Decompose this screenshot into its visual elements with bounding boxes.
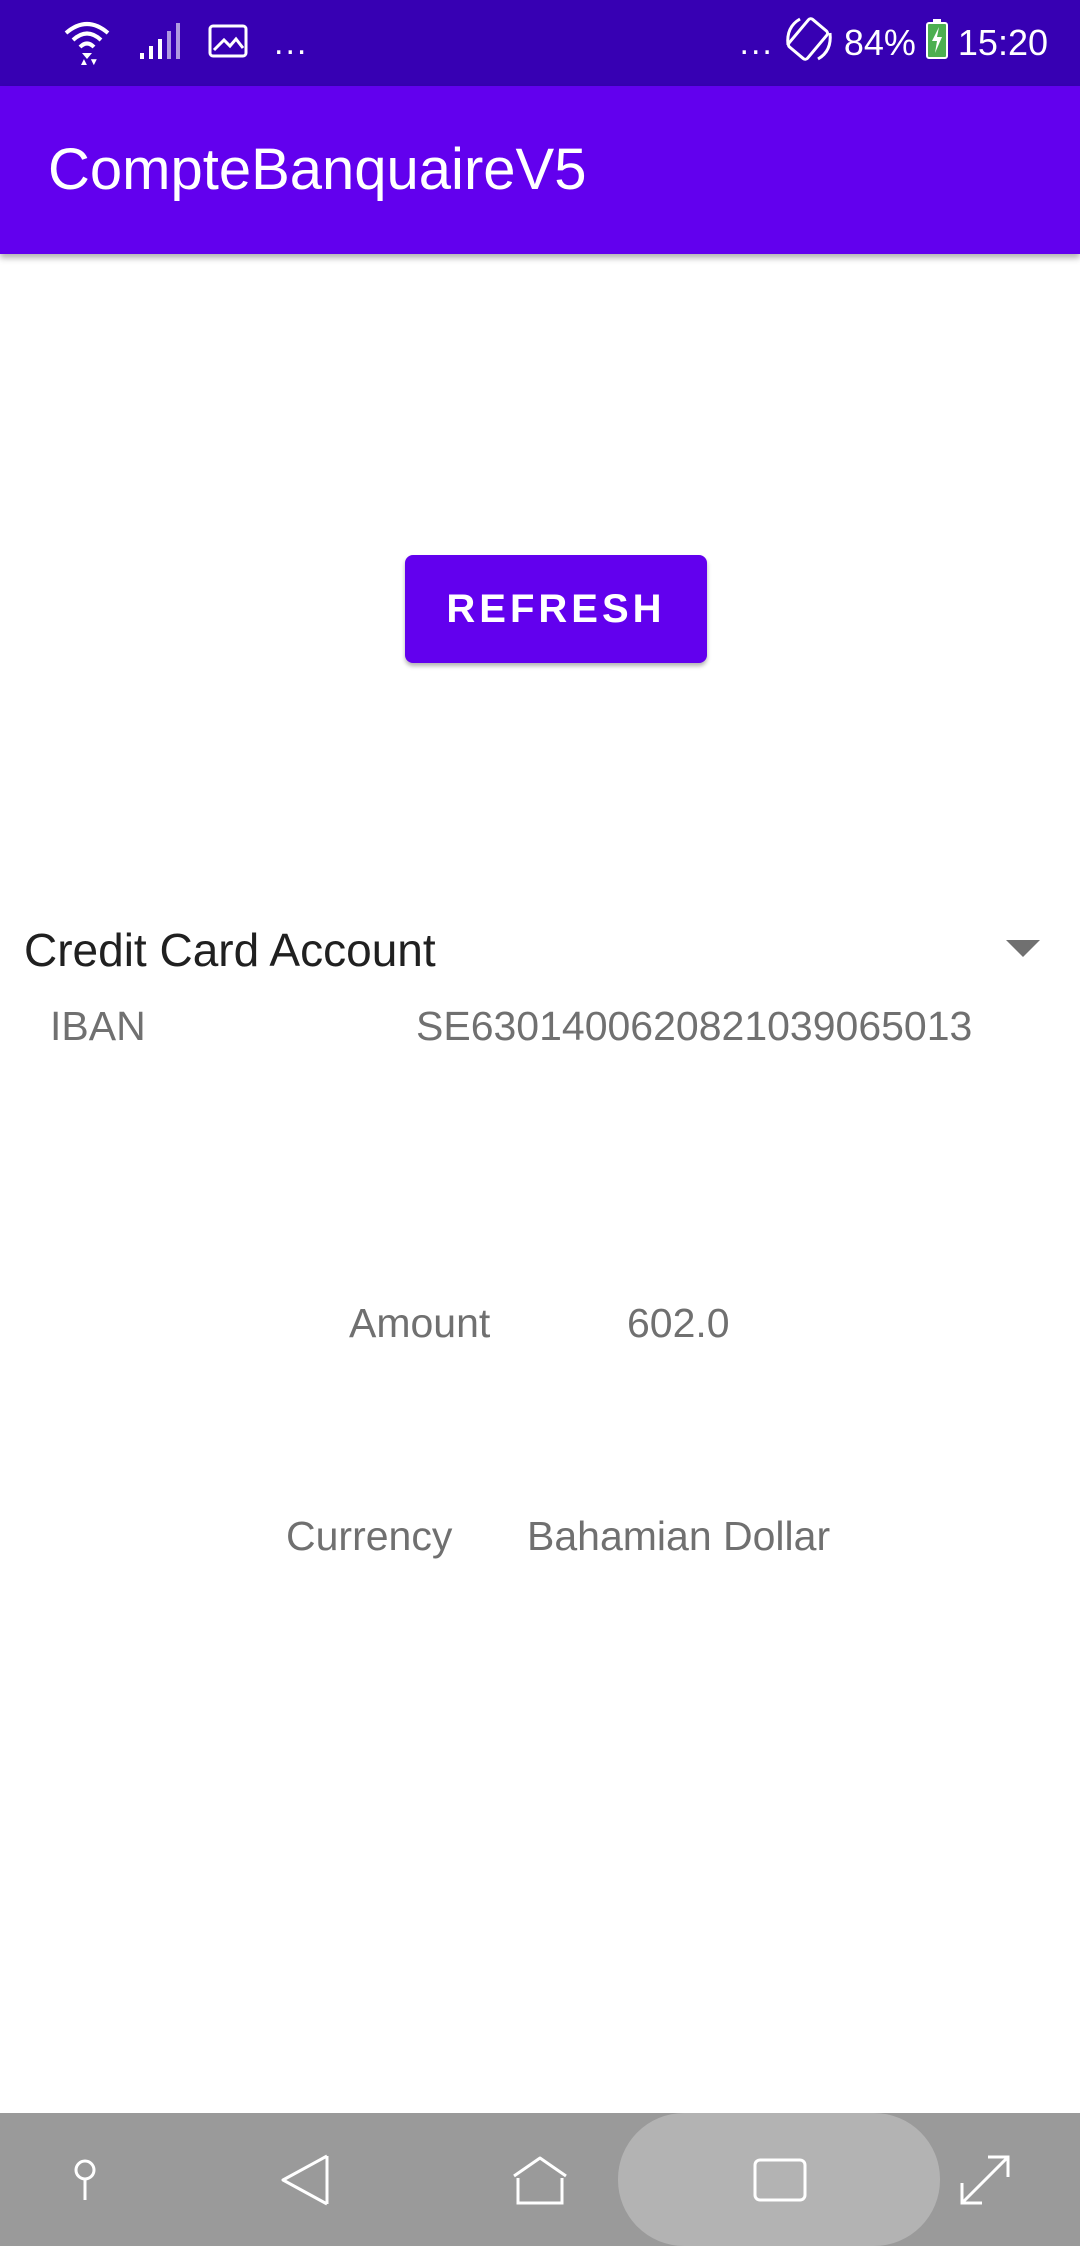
battery-icon xyxy=(925,18,948,68)
amount-label: Amount xyxy=(349,1300,491,1346)
status-bar: ▲▼ ... ... 84% 15:20 xyxy=(0,0,1080,86)
pin-icon[interactable] xyxy=(45,2113,125,2246)
image-icon xyxy=(208,24,248,63)
rotate-icon xyxy=(784,15,834,72)
signal-icon xyxy=(138,21,182,66)
notification-overflow: ... xyxy=(274,23,309,62)
iban-value: SE6301400620821039065013 xyxy=(416,1003,973,1049)
app-title: CompteBanquaireV5 xyxy=(48,137,587,202)
clock: 15:20 xyxy=(957,22,1048,63)
recents-icon[interactable] xyxy=(735,2113,825,2246)
wifi-icon: ▲▼ xyxy=(62,17,112,70)
battery-percent: 84% xyxy=(843,22,916,63)
home-icon[interactable] xyxy=(495,2113,585,2246)
back-icon[interactable] xyxy=(260,2113,350,2246)
expand-icon[interactable] xyxy=(940,2113,1030,2246)
amount-value: 602.0 xyxy=(627,1300,730,1346)
account-type-spinner[interactable]: Credit Card Account xyxy=(24,912,1040,988)
dropdown-arrow-icon xyxy=(1006,940,1040,957)
svg-text:▲▼: ▲▼ xyxy=(79,57,99,65)
currency-label: Currency xyxy=(286,1513,453,1559)
navigation-bar xyxy=(0,2113,1080,2246)
refresh-button[interactable]: REFRESH xyxy=(405,555,707,663)
iban-label: IBAN xyxy=(50,1003,146,1049)
spinner-selected-value: Credit Card Account xyxy=(24,924,436,976)
status-overflow: ... xyxy=(739,23,774,62)
app-bar: CompteBanquaireV5 xyxy=(0,86,1080,254)
currency-value: Bahamian Dollar xyxy=(527,1513,831,1559)
